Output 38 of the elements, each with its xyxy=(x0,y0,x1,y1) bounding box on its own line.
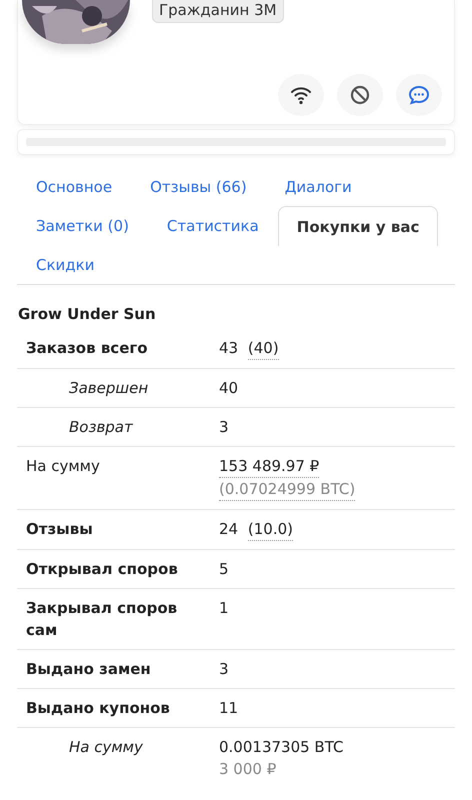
message-icon xyxy=(407,83,431,107)
section-title: Grow Under Sun xyxy=(17,304,157,325)
row-value: 3 xyxy=(219,659,229,680)
tab[interactable]: Диалоги xyxy=(266,167,371,206)
message-button[interactable] xyxy=(396,74,442,116)
block-icon xyxy=(348,83,372,107)
row-label: Выдано купонов xyxy=(26,699,170,717)
row-value: (0.07024999 BTC) xyxy=(219,478,356,501)
row-label: Закрывал споров сам xyxy=(26,599,178,639)
row-value: 153 489.97 ₽ xyxy=(219,455,320,478)
block-button[interactable] xyxy=(337,74,383,116)
row-value: 43 xyxy=(219,338,238,359)
tab[interactable]: Статистика xyxy=(148,206,278,245)
tab[interactable]: Основное xyxy=(17,167,132,206)
row-value: 3 000 ₽ xyxy=(219,759,276,780)
row-value: 11 xyxy=(219,698,238,719)
rank-badge: Гражданин 3М xyxy=(152,0,284,23)
tab[interactable]: Скидки xyxy=(17,245,114,284)
row-label: Открывал споров xyxy=(26,560,178,578)
tab[interactable]: Заметки (0) xyxy=(17,206,148,245)
tab[interactable]: Покупки у вас xyxy=(278,206,438,246)
row-label: Завершен xyxy=(69,379,148,397)
row-value: 0.00137305 BTC xyxy=(219,737,344,758)
follow-button[interactable] xyxy=(278,74,324,116)
tab[interactable]: Отзывы (66) xyxy=(131,167,266,206)
row-value: 40 xyxy=(219,378,238,399)
row-label: Заказов всего xyxy=(26,339,148,357)
row-value: (10.0) xyxy=(248,518,293,541)
row-label: Отзывы xyxy=(26,520,93,538)
row-value: (40) xyxy=(248,337,279,360)
row-label: На сумму xyxy=(69,738,143,756)
row-value: 24 xyxy=(219,519,238,540)
row-value: 3 xyxy=(219,417,229,438)
row-label: На сумму xyxy=(26,457,100,475)
row-label: Выдано замен xyxy=(26,660,151,678)
row-value: 1 xyxy=(219,598,229,619)
row-value: 5 xyxy=(219,559,229,580)
row-label: Возврат xyxy=(69,418,133,436)
